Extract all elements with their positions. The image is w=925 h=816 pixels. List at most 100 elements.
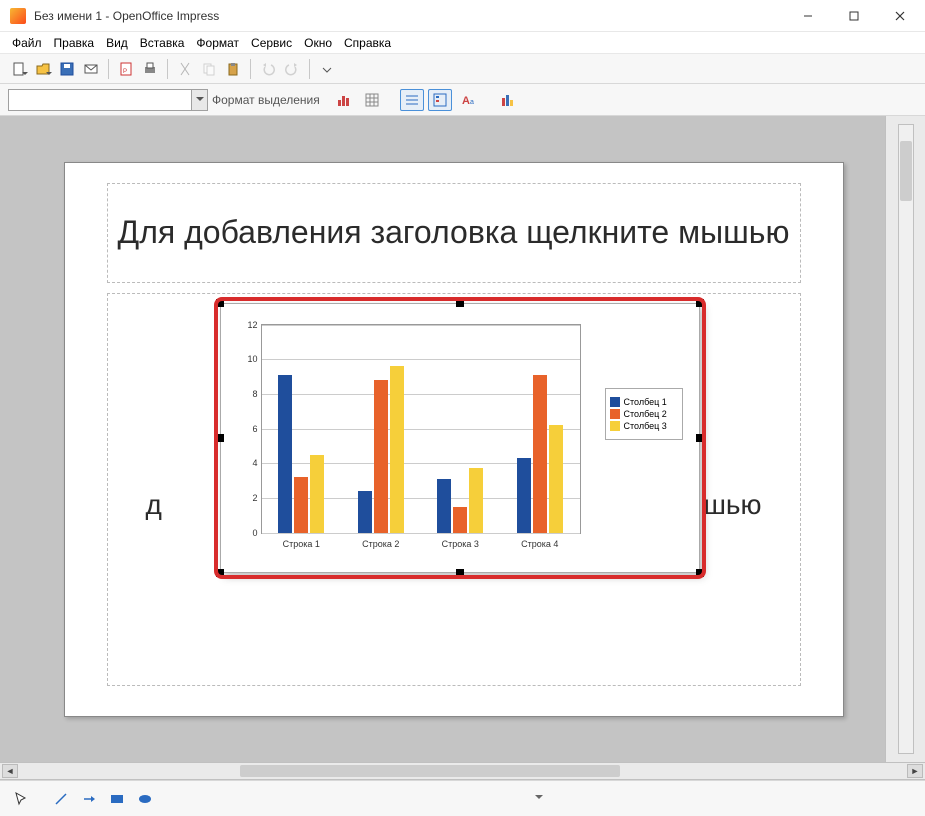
undo-button[interactable] — [257, 58, 279, 80]
task-panel-collapsed[interactable] — [885, 116, 925, 762]
legend-swatch — [610, 409, 620, 419]
open-button[interactable] — [32, 58, 54, 80]
line-tool-button[interactable] — [50, 788, 72, 810]
title-placeholder[interactable]: Для добавления заголовка щелкните мышью — [107, 183, 801, 283]
chart-bar[interactable] — [549, 425, 563, 532]
chart-bar[interactable] — [310, 455, 324, 533]
chart-plot-area: 024681012Строка 1Строка 2Строка 3Строка … — [261, 324, 581, 534]
app-icon — [10, 8, 26, 24]
menu-help[interactable]: Справка — [338, 34, 397, 52]
legend-item: Столбец 1 — [610, 397, 678, 407]
maximize-button[interactable] — [831, 1, 877, 31]
resize-handle[interactable] — [216, 434, 224, 442]
y-axis-tick: 8 — [242, 389, 258, 399]
svg-text:a: a — [470, 99, 474, 106]
slide[interactable]: Для добавления заголовка щелкните мышью … — [64, 162, 844, 717]
print-button[interactable] — [139, 58, 161, 80]
legend-toggle-button[interactable] — [428, 89, 452, 111]
y-axis-tick: 0 — [242, 528, 258, 538]
chart-inner[interactable]: 024681012Строка 1Строка 2Строка 3Строка … — [220, 303, 700, 573]
menu-view[interactable]: Вид — [100, 34, 134, 52]
chart-bar[interactable] — [533, 375, 547, 533]
legend-item: Столбец 3 — [610, 421, 678, 431]
new-document-button[interactable] — [8, 58, 30, 80]
title-bar: Без имени 1 - OpenOffice Impress — [0, 0, 925, 32]
chart-bar[interactable] — [517, 458, 531, 533]
chart-bar[interactable] — [390, 366, 404, 532]
resize-handle[interactable] — [696, 569, 704, 577]
horizontal-scrollbar[interactable]: ◄ ► — [0, 762, 925, 780]
x-axis-tick: Строка 1 — [283, 539, 320, 549]
y-axis-tick: 2 — [242, 493, 258, 503]
format-selection-label: Формат выделения — [212, 93, 320, 107]
chart-data-table-button[interactable] — [360, 89, 384, 111]
resize-handle[interactable] — [216, 299, 224, 307]
menu-edit[interactable]: Правка — [48, 34, 101, 52]
menu-insert[interactable]: Вставка — [134, 34, 191, 52]
object-toolbar: Формат выделения Aa — [0, 84, 925, 116]
scroll-left-button[interactable]: ◄ — [2, 764, 18, 778]
horizontal-grid-button[interactable] — [400, 89, 424, 111]
menu-window[interactable]: Окно — [298, 34, 338, 52]
chart-bar[interactable] — [374, 380, 388, 533]
menu-tools[interactable]: Сервис — [245, 34, 298, 52]
x-axis-tick: Строка 3 — [442, 539, 479, 549]
chart-layout-button[interactable] — [496, 89, 520, 111]
chart-legend[interactable]: Столбец 1 Столбец 2 Столбец 3 — [605, 388, 683, 440]
export-pdf-button[interactable]: P — [115, 58, 137, 80]
y-axis-tick: 10 — [242, 354, 258, 364]
redo-button[interactable] — [281, 58, 303, 80]
ellipse-tool-button[interactable] — [134, 788, 156, 810]
save-button[interactable] — [56, 58, 78, 80]
resize-handle[interactable] — [216, 569, 224, 577]
y-axis-tick: 12 — [242, 320, 258, 330]
y-axis-tick: 4 — [242, 458, 258, 468]
standard-toolbar: P — [0, 54, 925, 84]
cut-button[interactable] — [174, 58, 196, 80]
resize-handle[interactable] — [456, 569, 464, 577]
scrollbar-thumb[interactable] — [240, 765, 620, 777]
toolbar-overflow-button[interactable] — [316, 58, 338, 80]
svg-text:A: A — [462, 95, 470, 107]
chart-bar[interactable] — [437, 479, 451, 533]
drawing-toolbar — [0, 780, 925, 816]
rectangle-tool-button[interactable] — [106, 788, 128, 810]
copy-button[interactable] — [198, 58, 220, 80]
chart-data-button[interactable] — [332, 89, 356, 111]
x-axis-tick: Строка 4 — [521, 539, 558, 549]
resize-handle[interactable] — [456, 299, 464, 307]
resize-handle[interactable] — [696, 434, 704, 442]
svg-text:P: P — [123, 69, 127, 75]
scrollbar-thumb[interactable] — [900, 141, 912, 201]
scroll-right-button[interactable]: ► — [907, 764, 923, 778]
scale-text-button[interactable]: Aa — [456, 89, 480, 111]
window-title: Без имени 1 - OpenOffice Impress — [34, 9, 785, 23]
menu-bar: Файл Правка Вид Вставка Формат Сервис Ок… — [0, 32, 925, 54]
arrow-tool-button[interactable] — [78, 788, 100, 810]
slide-area[interactable]: Для добавления заголовка щелкните мышью … — [36, 126, 871, 752]
style-combo[interactable] — [8, 89, 208, 111]
chart-bar[interactable] — [358, 491, 372, 533]
chevron-down-icon — [191, 90, 207, 110]
close-button[interactable] — [877, 1, 923, 31]
menu-format[interactable]: Формат — [190, 34, 245, 52]
chart-bar[interactable] — [278, 375, 292, 533]
chart-bar[interactable] — [453, 507, 467, 533]
pointer-tool-button[interactable] — [10, 788, 32, 810]
legend-item: Столбец 2 — [610, 409, 678, 419]
chart-bar[interactable] — [294, 477, 308, 532]
chart-bar[interactable] — [469, 468, 483, 532]
drawbar-overflow-button[interactable] — [533, 788, 545, 810]
window-controls — [785, 1, 923, 31]
chart-canvas: 024681012Строка 1Строка 2Строка 3Строка … — [235, 318, 685, 558]
resize-handle[interactable] — [696, 299, 704, 307]
chart-object[interactable]: 024681012Строка 1Строка 2Строка 3Строка … — [220, 303, 700, 573]
menu-file[interactable]: Файл — [6, 34, 48, 52]
paste-button[interactable] — [222, 58, 244, 80]
legend-swatch — [610, 397, 620, 407]
legend-swatch — [610, 421, 620, 431]
email-button[interactable] — [80, 58, 102, 80]
vertical-scrollbar[interactable] — [898, 124, 914, 754]
minimize-button[interactable] — [785, 1, 831, 31]
y-axis-tick: 6 — [242, 424, 258, 434]
